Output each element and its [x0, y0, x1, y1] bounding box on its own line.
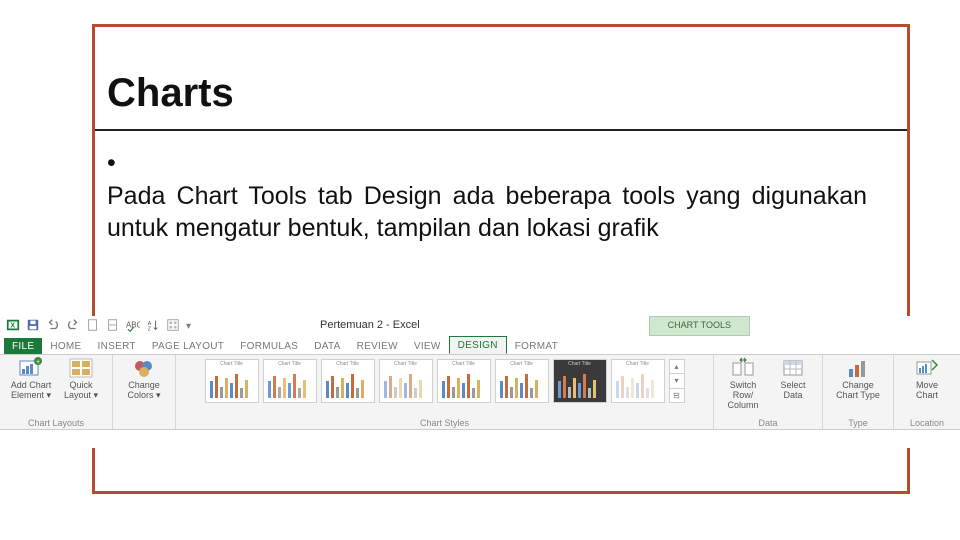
add-chart-element-button[interactable]: + Add Chart Element ▾ [8, 357, 54, 401]
thumb-title: Chart Title [438, 361, 490, 367]
chart-style-6[interactable]: Chart Title [495, 359, 549, 403]
save-icon[interactable] [26, 318, 40, 335]
quick-layout-button[interactable]: Quick Layout ▾ [58, 357, 104, 401]
document-title: Pertemuan 2 - Excel [320, 319, 420, 331]
tab-review[interactable]: REVIEW [349, 338, 406, 354]
group-label-chart-layouts: Chart Layouts [0, 418, 112, 428]
group-location: Move Chart Location [894, 355, 960, 429]
tab-home[interactable]: HOME [42, 338, 89, 354]
change-colors-button[interactable]: Change Colors ▾ [121, 357, 167, 401]
tab-page-layout[interactable]: PAGE LAYOUT [144, 338, 232, 354]
chart-style-1[interactable]: Chart Title [205, 359, 259, 403]
svg-text:Z: Z [148, 326, 152, 332]
slide-body: • Pada Chart Tools tab Design ada bebera… [107, 147, 889, 245]
chart-styles-gallery: Chart Title Chart Title Chart Title Char… [205, 357, 685, 403]
svg-text:X: X [10, 322, 15, 329]
tab-formulas[interactable]: FORMULAS [232, 338, 306, 354]
thumb-title: Chart Title [322, 361, 374, 367]
change-chart-type-button[interactable]: Change Chart Type [835, 357, 881, 401]
bullet: • [107, 147, 125, 180]
excel-icon: X [6, 318, 20, 335]
change-colors-label: Change Colors ▾ [121, 381, 167, 401]
thumb-title: Chart Title [612, 361, 664, 367]
chart-styles-more[interactable]: ▴ ▾ ⊟ [669, 359, 685, 403]
new-icon[interactable] [86, 318, 100, 335]
tab-design[interactable]: DESIGN [449, 336, 507, 354]
switch-row-column-label: Switch Row/ Column [720, 381, 766, 411]
thumb-title: Chart Title [206, 361, 258, 367]
scroll-down-icon[interactable]: ▾ [670, 374, 684, 388]
sort-icon[interactable]: AZ [146, 318, 160, 335]
chart-style-5[interactable]: Chart Title [437, 359, 491, 403]
chart-style-7[interactable]: Chart Title [553, 359, 607, 403]
group-data: Switch Row/ Column Select Data Data [714, 355, 823, 429]
change-chart-type-label: Change Chart Type [835, 381, 881, 401]
select-data-button[interactable]: Select Data [770, 357, 816, 411]
undo-icon[interactable] [46, 318, 60, 335]
switch-row-column-button[interactable]: Switch Row/ Column [720, 357, 766, 411]
filter-icon[interactable] [166, 318, 180, 335]
excel-ribbon: X ABC AZ ▾ Pertemuan 2 - Excel CHART TOO… [0, 316, 960, 448]
chart-style-2[interactable]: Chart Title [263, 359, 317, 403]
scroll-up-icon[interactable]: ▴ [670, 360, 684, 374]
ribbon-tabs: FILE HOME INSERT PAGE LAYOUT FORMULAS DA… [0, 336, 960, 355]
quick-layout-label: Quick Layout ▾ [58, 381, 104, 401]
group-label-type: Type [823, 418, 893, 428]
group-label-location: Location [894, 418, 960, 428]
contextual-tab-header: CHART TOOLS [649, 316, 750, 336]
move-chart-button[interactable]: Move Chart [904, 357, 950, 401]
chart-style-4[interactable]: Chart Title [379, 359, 433, 403]
quick-access-toolbar: X ABC AZ ▾ [0, 316, 960, 336]
thumb-title: Chart Title [496, 361, 548, 367]
move-chart-label: Move Chart [904, 381, 950, 401]
group-type: Change Chart Type Type [823, 355, 894, 429]
thumb-title: Chart Title [264, 361, 316, 367]
gallery-expand-icon[interactable]: ⊟ [670, 389, 684, 402]
chart-tools-label: CHART TOOLS [649, 316, 750, 336]
title-separator [95, 129, 907, 131]
tab-insert[interactable]: INSERT [90, 338, 144, 354]
chart-style-3[interactable]: Chart Title [321, 359, 375, 403]
tab-view[interactable]: VIEW [406, 338, 449, 354]
thumb-title: Chart Title [554, 361, 606, 367]
group-chart-layouts: + Add Chart Element ▾ Quick Layout ▾ Cha… [0, 355, 113, 429]
body-text: Pada Chart Tools tab Design ada beberapa… [107, 180, 867, 245]
tab-file[interactable]: FILE [4, 338, 42, 354]
chart-style-8[interactable]: Chart Title [611, 359, 665, 403]
ribbon-groups: + Add Chart Element ▾ Quick Layout ▾ Cha… [0, 355, 960, 430]
slide: Charts • Pada Chart Tools tab Design ada… [0, 0, 960, 540]
redo-icon[interactable] [66, 318, 80, 335]
group-change-colors: Change Colors ▾ [113, 355, 176, 429]
add-chart-element-label: Add Chart Element ▾ [8, 381, 54, 401]
qat-customize-icon[interactable]: ▾ [186, 321, 191, 332]
open-icon[interactable] [106, 318, 120, 335]
spellcheck-icon[interactable]: ABC [126, 318, 140, 335]
thumb-title: Chart Title [380, 361, 432, 367]
group-label-data: Data [714, 418, 822, 428]
select-data-label: Select Data [770, 381, 816, 401]
group-chart-styles: Chart Title Chart Title Chart Title Char… [176, 355, 714, 429]
tab-format[interactable]: FORMAT [507, 338, 566, 354]
svg-text:+: + [36, 359, 40, 366]
group-label-chart-styles: Chart Styles [176, 418, 713, 428]
slide-title: Charts [107, 71, 234, 116]
tab-data[interactable]: DATA [306, 338, 348, 354]
